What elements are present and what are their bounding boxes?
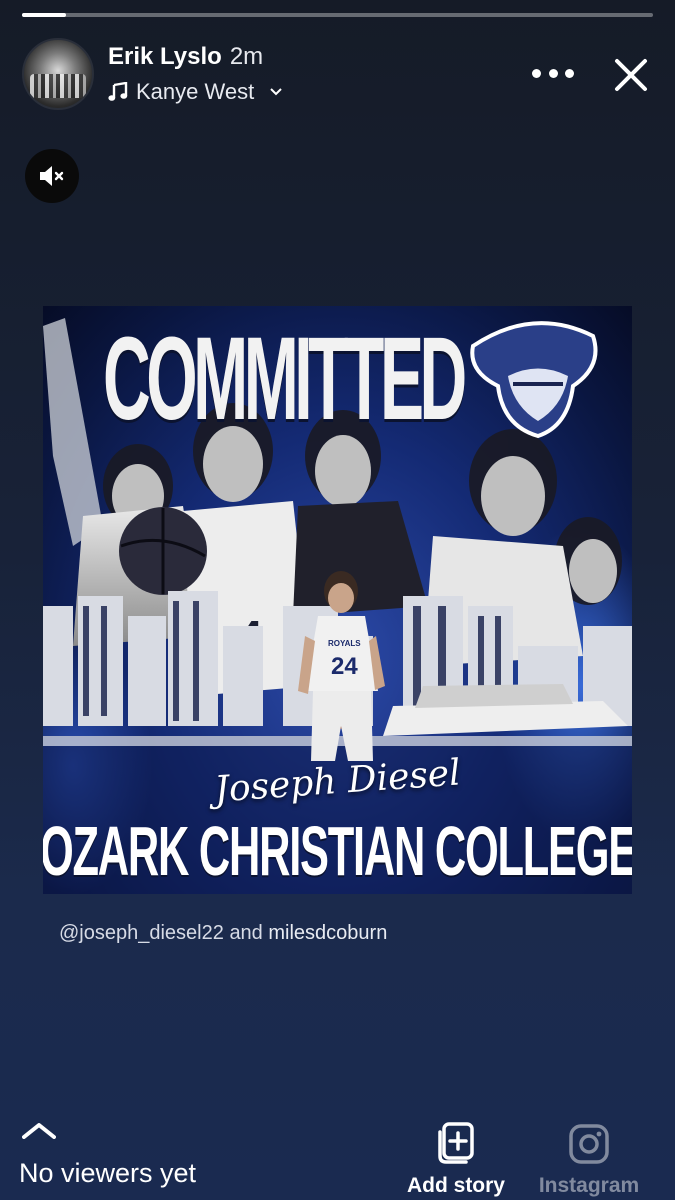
viewers-summary[interactable]: No viewers yet <box>19 1158 196 1189</box>
story-author[interactable]: Erik Lyslo 2m <box>108 43 263 71</box>
poster-college-name: OZARK CHRISTIAN COLLEGE <box>43 812 632 890</box>
add-story-icon <box>438 1122 474 1164</box>
mention-joiner: and <box>229 922 263 944</box>
close-icon[interactable] <box>612 56 650 94</box>
music-artist: Kanye West <box>136 79 255 104</box>
mention-link[interactable]: milesdcoburn <box>268 922 387 944</box>
instagram-label: Instagram <box>538 1174 640 1197</box>
avatar[interactable] <box>22 38 94 110</box>
chevron-up-icon[interactable] <box>22 1121 56 1139</box>
add-story-label: Add story <box>406 1174 505 1197</box>
chevron-down-icon <box>270 88 282 96</box>
post-time: 2m <box>229 43 264 70</box>
instagram-icon <box>569 1124 609 1164</box>
music-note-icon <box>108 82 128 101</box>
mute-button[interactable] <box>25 149 79 203</box>
story-image-commitment-graphic: 4 <box>43 306 632 894</box>
svg-text:ROYALS: ROYALS <box>328 639 361 648</box>
speaker-muted-icon <box>40 166 64 186</box>
story-mentions: @joseph_diesel22 and milesdcoburn <box>59 922 387 945</box>
ellipsis-icon[interactable] <box>532 65 574 81</box>
story-progress-bar <box>22 13 653 17</box>
svg-text:24: 24 <box>331 653 358 680</box>
mention-link[interactable]: @joseph_diesel22 <box>59 922 224 944</box>
music-attribution[interactable]: Kanye West <box>108 79 282 105</box>
author-name[interactable]: Erik Lyslo <box>108 43 222 70</box>
story-progress-fill <box>22 13 67 17</box>
poster-headline: COMMITTED <box>103 313 467 445</box>
